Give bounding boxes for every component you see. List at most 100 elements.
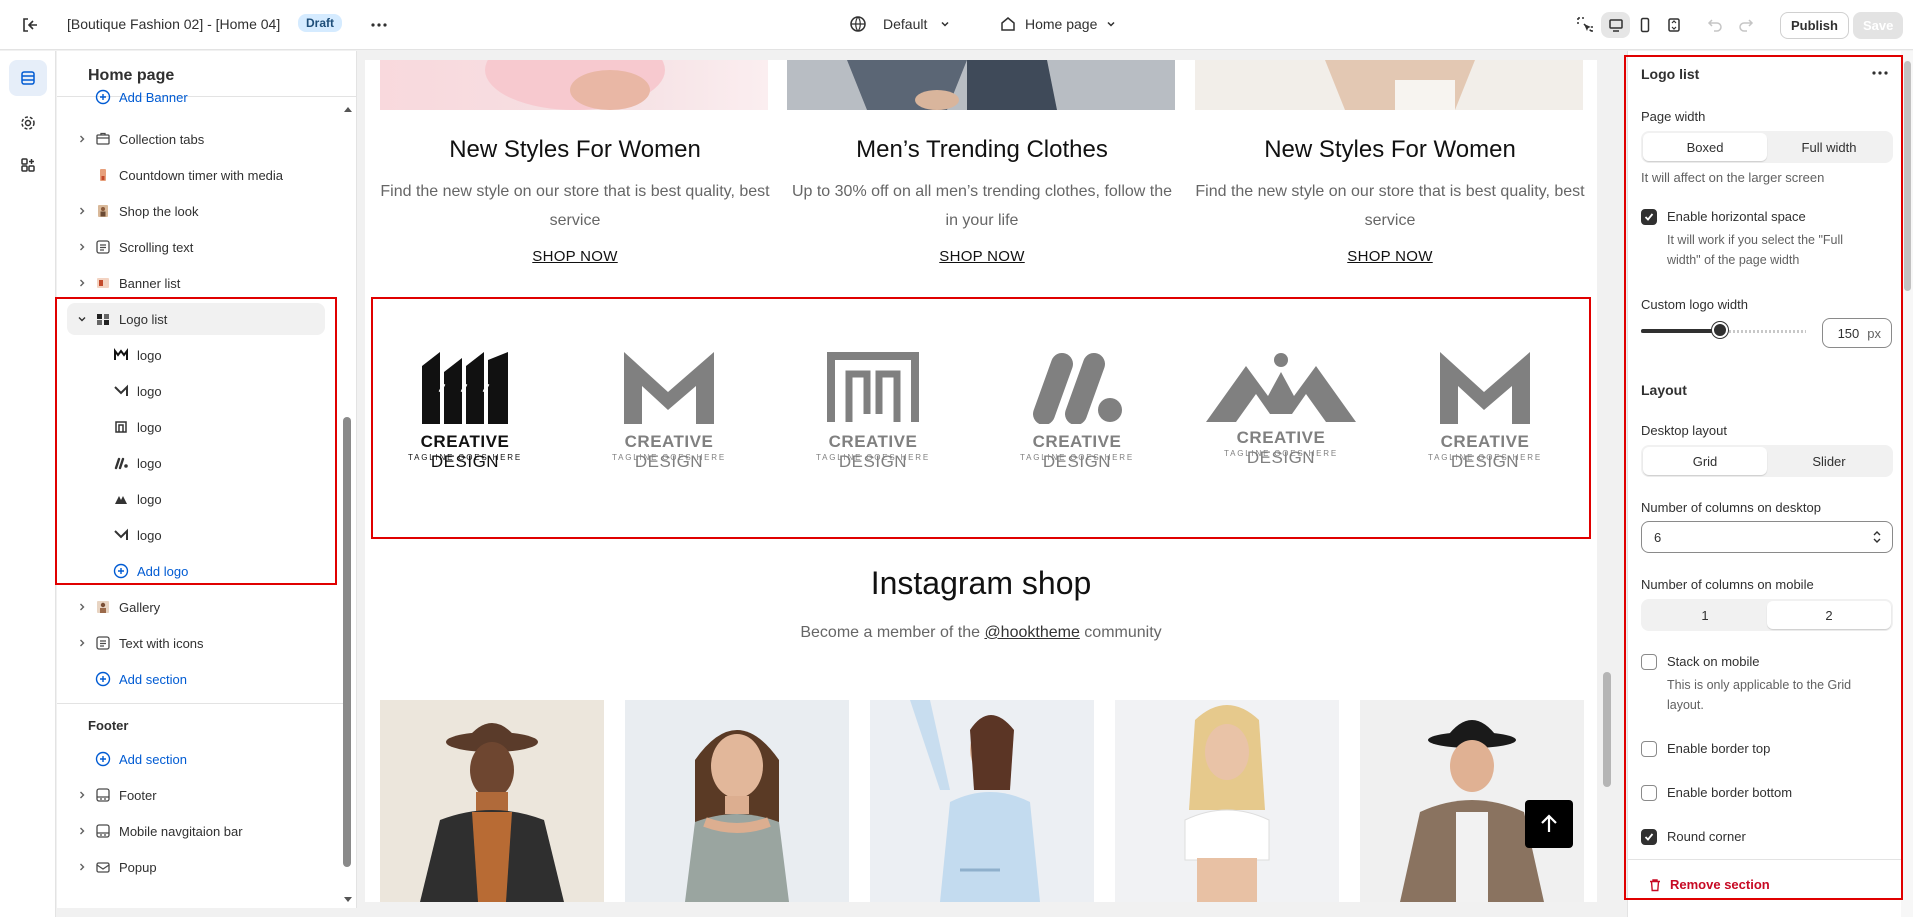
page-width-full-option[interactable]: Full width xyxy=(1767,133,1891,161)
sidebar-item-countdown[interactable]: Countdown timer with media xyxy=(67,159,356,191)
back-to-top-button[interactable] xyxy=(1525,800,1573,848)
logo-item[interactable]: CREATIVE DESIGN TAGLINE GOES HERE xyxy=(997,352,1157,472)
banner-image-women-2[interactable] xyxy=(1195,60,1583,110)
settings-scroll-thumb[interactable] xyxy=(1904,61,1911,291)
border-bottom-checkbox[interactable] xyxy=(1641,785,1657,801)
chevron-right-icon[interactable] xyxy=(75,860,89,874)
border-top-checkbox[interactable] xyxy=(1641,741,1657,757)
sidebar-item-banner-list[interactable]: Banner list xyxy=(67,267,356,299)
chevron-right-icon[interactable] xyxy=(75,600,89,614)
logo-item[interactable]: CREATIVE DESIGN TAGLINE GOES HERE xyxy=(385,352,545,472)
horizontal-space-checkbox[interactable] xyxy=(1641,209,1657,225)
instagram-sub-text: Become a member of the xyxy=(800,624,985,641)
logo-item[interactable]: CREATIVE DESIGN TAGLINE GOES HERE xyxy=(793,352,953,472)
logo-width-slider[interactable] xyxy=(1641,321,1806,341)
sidebar-item-popup[interactable]: Popup xyxy=(67,851,356,883)
mobile-columns-2-option[interactable]: 2 xyxy=(1767,601,1891,629)
preview-scroll-thumb[interactable] xyxy=(1603,672,1611,787)
chevron-down-icon[interactable] xyxy=(75,312,89,326)
mobile-columns-1-option[interactable]: 1 xyxy=(1643,601,1767,629)
sidebar-item-text-with-icons[interactable]: Text with icons xyxy=(67,627,356,659)
chevron-right-icon[interactable] xyxy=(75,788,89,802)
chevron-right-icon[interactable] xyxy=(75,132,89,146)
save-button[interactable]: Save xyxy=(1853,12,1904,39)
instagram-handle-link[interactable]: @hooktheme xyxy=(984,624,1079,641)
inspector-icon[interactable] xyxy=(1576,16,1594,34)
layout-grid-option[interactable]: Grid xyxy=(1643,447,1767,475)
page-selector[interactable]: Home page xyxy=(999,15,1117,33)
more-actions-icon[interactable] xyxy=(1871,67,1889,79)
chevron-right-icon[interactable] xyxy=(75,240,89,254)
border-bottom-row[interactable]: Enable border bottom xyxy=(1641,785,1792,801)
theme-selector[interactable]: Default xyxy=(849,15,951,33)
sidebar-item-logo-list[interactable]: Logo list xyxy=(67,303,325,335)
logo-item[interactable]: CREATIVE DESIGN TAGLINE GOES HERE xyxy=(1201,352,1361,472)
sidebar-item-footer[interactable]: Footer xyxy=(67,779,356,811)
more-actions-icon[interactable] xyxy=(370,16,388,34)
logo-thumb-icon xyxy=(113,455,129,471)
publish-button[interactable]: Publish xyxy=(1780,12,1849,39)
stack-mobile-checkbox[interactable] xyxy=(1641,654,1657,670)
banner-image-men[interactable] xyxy=(787,60,1175,110)
slider-thumb[interactable] xyxy=(1712,322,1729,338)
timer-media-icon xyxy=(95,167,111,183)
exit-icon[interactable] xyxy=(20,15,40,35)
block-logo-5[interactable]: logo xyxy=(67,483,356,515)
sidebar-item-mobile-nav[interactable]: Mobile navgitaion bar xyxy=(67,815,356,847)
sidebar-item-scrolling-text[interactable]: Scrolling text xyxy=(67,231,356,263)
add-section-button[interactable]: Add section xyxy=(67,663,356,695)
logo-width-input[interactable]: 150 px xyxy=(1822,318,1892,348)
chevron-right-icon[interactable] xyxy=(75,276,89,290)
settings-gear-icon[interactable] xyxy=(9,105,47,141)
logo-item[interactable]: CREATIVE DESIGN TAGLINE GOES HERE xyxy=(589,352,749,472)
block-logo-3[interactable]: logo xyxy=(67,411,356,443)
sidebar-item-shop-the-look[interactable]: Shop the look xyxy=(67,195,356,227)
shop-now-link[interactable]: SHOP NOW xyxy=(787,248,1177,265)
chevron-right-icon[interactable] xyxy=(75,636,89,650)
fullscreen-view-icon[interactable] xyxy=(1659,12,1688,38)
add-banner-label: Add Banner xyxy=(119,89,188,105)
chevron-right-icon[interactable] xyxy=(75,824,89,838)
instagram-photo[interactable] xyxy=(870,700,1094,902)
add-logo-button[interactable]: Add logo xyxy=(67,555,356,587)
horizontal-space-row[interactable]: Enable horizontal space xyxy=(1641,209,1806,225)
scroll-down-arrow-icon[interactable] xyxy=(344,897,352,903)
round-corner-row[interactable]: Round corner xyxy=(1641,829,1746,845)
sidebar-item-collection-tabs[interactable]: Collection tabs xyxy=(67,123,356,155)
logo-item[interactable]: CREATIVE DESIGN TAGLINE GOES HERE xyxy=(1405,352,1565,472)
desktop-view-icon[interactable] xyxy=(1601,12,1630,38)
instagram-photo[interactable] xyxy=(625,700,849,902)
mobile-view-icon[interactable] xyxy=(1630,12,1659,38)
promo-description: Find the new style on our store that is … xyxy=(380,183,770,229)
block-logo-6[interactable]: logo xyxy=(67,519,356,551)
instagram-photo[interactable] xyxy=(1115,700,1339,902)
layout-slider-option[interactable]: Slider xyxy=(1767,447,1891,475)
border-top-row[interactable]: Enable border top xyxy=(1641,741,1770,757)
add-banner-link[interactable]: Add Banner xyxy=(67,86,356,108)
block-logo-4[interactable]: logo xyxy=(67,447,356,479)
sidebar-scroll-thumb[interactable] xyxy=(343,417,351,867)
logo-thumb-icon xyxy=(113,419,129,435)
redo-icon[interactable] xyxy=(1738,16,1754,32)
logo-thumb-icon xyxy=(113,527,129,543)
logo-list-section[interactable]: CREATIVE DESIGN TAGLINE GOES HERE CREATI… xyxy=(365,297,1597,537)
block-logo-2[interactable]: logo xyxy=(67,375,356,407)
chevron-right-icon[interactable] xyxy=(75,204,89,218)
undo-icon[interactable] xyxy=(1707,16,1723,32)
stack-mobile-row[interactable]: Stack on mobile xyxy=(1641,654,1760,670)
desktop-columns-select[interactable]: 6 xyxy=(1641,521,1893,553)
page-width-boxed-option[interactable]: Boxed xyxy=(1643,133,1767,161)
scroll-up-arrow-icon[interactable] xyxy=(344,106,352,112)
banner-image-women[interactable] xyxy=(380,60,768,110)
shop-now-link[interactable]: SHOP NOW xyxy=(1195,248,1585,265)
remove-section-button[interactable]: Remove section xyxy=(1648,877,1770,892)
instagram-photo[interactable] xyxy=(380,700,604,902)
sections-icon[interactable] xyxy=(9,60,47,96)
footer-add-section-button[interactable]: Add section xyxy=(67,743,356,775)
settings-panel: Logo list Page width Boxed Full width It… xyxy=(1627,51,1913,917)
sidebar-item-gallery[interactable]: Gallery xyxy=(67,591,356,623)
apps-icon[interactable] xyxy=(9,147,47,183)
round-corner-checkbox[interactable] xyxy=(1641,829,1657,845)
block-logo-1[interactable]: logo xyxy=(67,339,356,371)
shop-now-link[interactable]: SHOP NOW xyxy=(380,248,770,265)
